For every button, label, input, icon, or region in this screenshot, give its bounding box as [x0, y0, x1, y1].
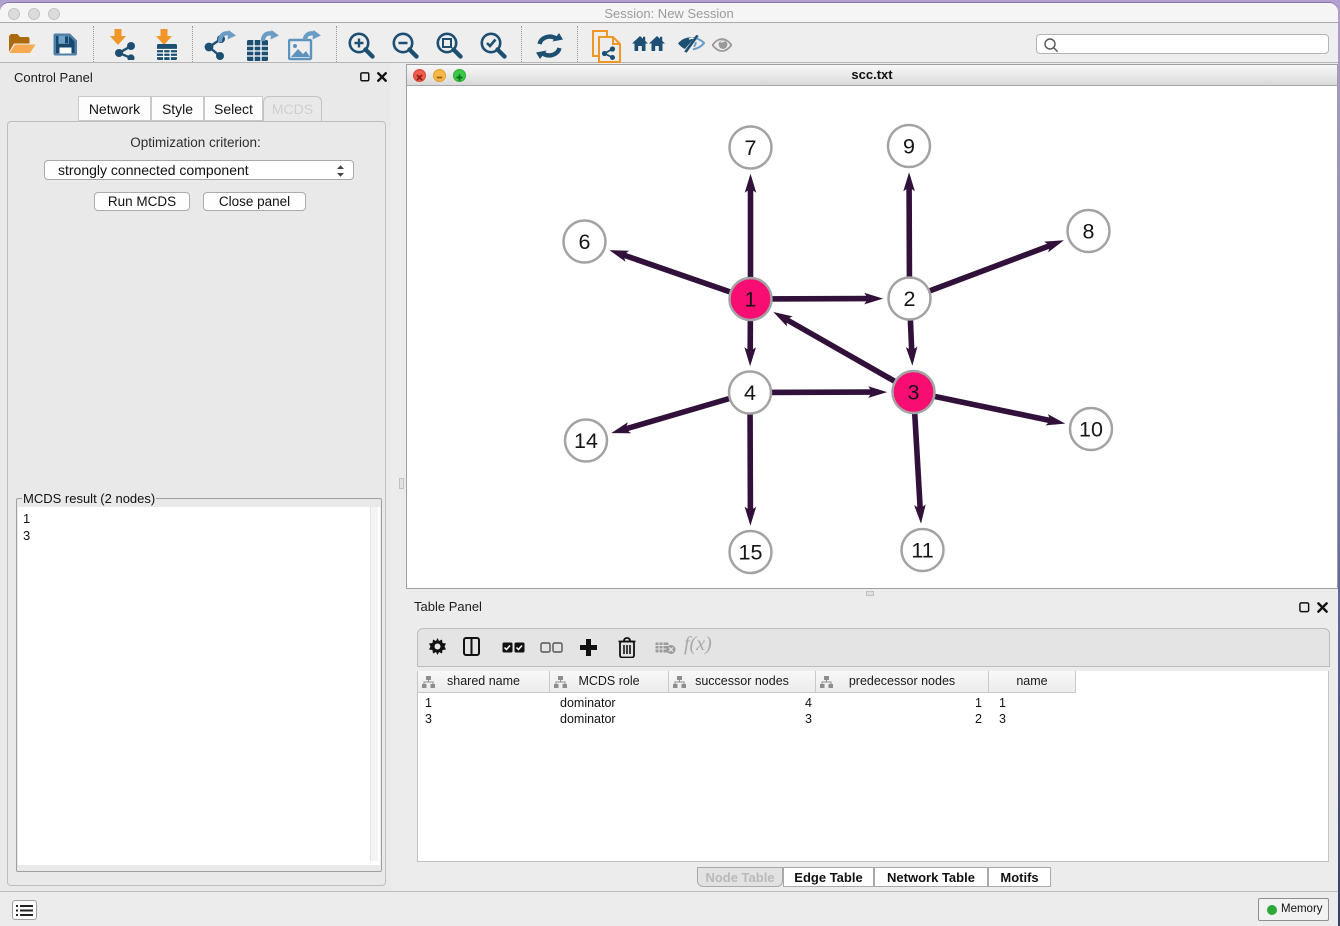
svg-text:6: 6	[579, 230, 591, 254]
svg-text:7: 7	[745, 136, 757, 160]
svg-text:3: 3	[908, 381, 920, 405]
svg-text:8: 8	[1083, 220, 1095, 244]
svg-text:2: 2	[904, 287, 916, 311]
svg-text:10: 10	[1079, 418, 1103, 442]
svg-text:11: 11	[911, 539, 933, 563]
svg-text:4: 4	[744, 381, 756, 405]
svg-text:14: 14	[574, 429, 598, 453]
svg-text:9: 9	[903, 135, 915, 159]
svg-text:1: 1	[745, 288, 757, 312]
svg-text:15: 15	[739, 541, 763, 565]
